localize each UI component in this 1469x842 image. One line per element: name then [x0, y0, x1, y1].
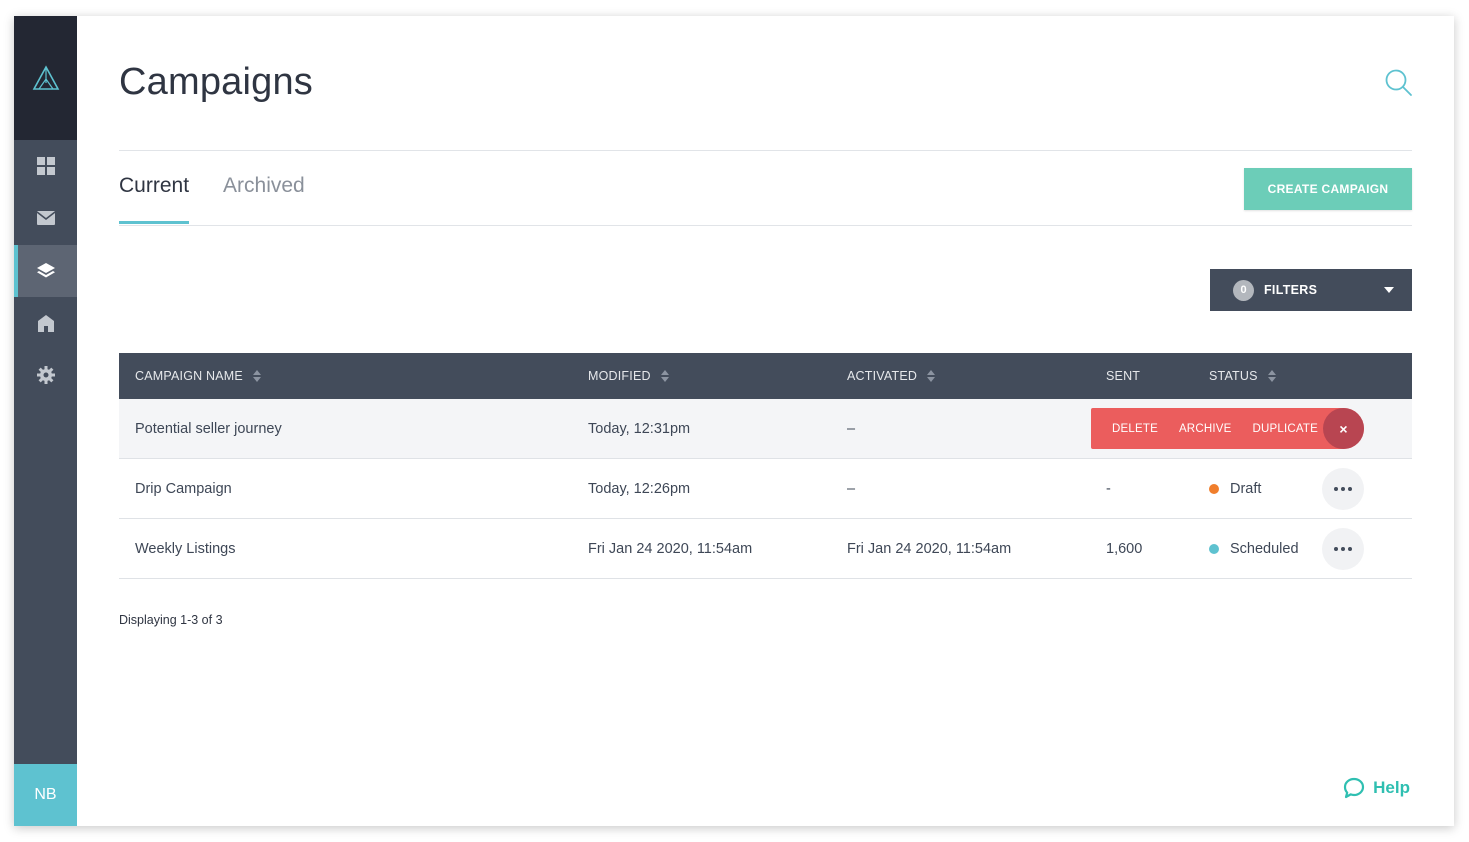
duplicate-button[interactable]: DUPLICATE: [1252, 423, 1318, 435]
filters-label: FILTERS: [1264, 283, 1318, 297]
status-label: Draft: [1230, 480, 1262, 497]
sidebar-item-campaigns[interactable]: [14, 245, 77, 297]
sort-icon[interactable]: [927, 370, 936, 382]
sent-count: 1,600: [1106, 540, 1143, 557]
table-row[interactable]: Potential seller journey Today, 12:31pm …: [119, 399, 1412, 459]
sidebar-item-messages[interactable]: [14, 192, 77, 244]
tab-archived[interactable]: Archived: [223, 174, 305, 224]
status-dot-icon: [1209, 543, 1219, 554]
header-divider: [119, 150, 1412, 151]
archive-button[interactable]: ARCHIVE: [1179, 423, 1232, 435]
campaign-name[interactable]: Weekly Listings: [135, 519, 235, 578]
search-button[interactable]: [1384, 68, 1414, 98]
help-button[interactable]: Help: [1343, 777, 1410, 799]
campaign-name[interactable]: Drip Campaign: [135, 459, 232, 518]
campaigns-table: CAMPAIGN NAME MODIFIED ACTIVATED SENT ST…: [119, 353, 1412, 579]
triangle-logo-icon: [32, 65, 59, 90]
help-label: Help: [1373, 778, 1410, 797]
tabs-divider: [119, 225, 1412, 226]
logo[interactable]: [14, 16, 77, 140]
filters-dropdown[interactable]: 0 FILTERS: [1210, 269, 1412, 311]
table-row[interactable]: Drip Campaign Today, 12:26pm – - Draft: [119, 459, 1412, 519]
create-campaign-button[interactable]: CREATE CAMPAIGN: [1244, 168, 1412, 210]
tab-bar: Current Archived: [119, 174, 339, 224]
delete-button[interactable]: DELETE: [1112, 423, 1158, 435]
filters-count-badge: 0: [1233, 279, 1254, 301]
status-dot-icon: [1209, 483, 1219, 494]
close-icon[interactable]: ×: [1323, 408, 1364, 449]
sort-icon[interactable]: [660, 370, 669, 382]
main-content: Campaigns Current Archived CREATE CAMPAI…: [77, 16, 1454, 826]
sent-count: -: [1106, 480, 1111, 497]
column-header-activated[interactable]: ACTIVATED: [847, 353, 936, 399]
search-icon: [1385, 69, 1412, 96]
activated-date: –: [847, 420, 856, 437]
modified-date: Today, 12:26pm: [588, 480, 691, 497]
layers-icon: [36, 263, 55, 278]
table-row[interactable]: Weekly Listings Fri Jan 24 2020, 11:54am…: [119, 519, 1412, 579]
column-header-sent: SENT: [1106, 369, 1141, 383]
campaign-name[interactable]: Potential seller journey: [135, 399, 282, 458]
column-header-campaign-name[interactable]: CAMPAIGN NAME: [135, 353, 261, 399]
sort-icon[interactable]: [252, 370, 261, 382]
chat-bubble-icon: [1344, 777, 1365, 799]
status-badge: Draft: [1209, 459, 1261, 518]
ellipsis-icon: [1334, 487, 1338, 491]
sidebar-item-dashboard[interactable]: [14, 140, 77, 192]
envelope-icon: [36, 211, 55, 225]
chevron-down-icon: [1384, 287, 1394, 293]
pagination-info: Displaying 1-3 of 3: [119, 613, 223, 627]
row-action-bar: DELETE ARCHIVE DUPLICATE ×: [1091, 408, 1364, 449]
dashboard-grid-icon: [36, 157, 55, 175]
gear-icon: [36, 366, 55, 384]
status-badge: Scheduled: [1209, 519, 1299, 578]
tab-current[interactable]: Current: [119, 174, 190, 224]
activated-date: Fri Jan 24 2020, 11:54am: [847, 540, 1012, 557]
more-options-button[interactable]: [1322, 528, 1364, 570]
column-header-modified[interactable]: MODIFIED: [588, 353, 669, 399]
sidebar-item-listings[interactable]: [14, 297, 77, 349]
modified-date: Fri Jan 24 2020, 11:54am: [588, 540, 753, 557]
table-header: CAMPAIGN NAME MODIFIED ACTIVATED SENT ST…: [119, 353, 1412, 399]
status-label: Scheduled: [1230, 540, 1299, 557]
more-options-button[interactable]: [1322, 468, 1364, 510]
page-title: Campaigns: [119, 61, 314, 103]
sort-icon[interactable]: [1267, 370, 1276, 382]
modified-date: Today, 12:31pm: [588, 420, 691, 437]
app-window: NB Campaigns Current Archived CREATE CAM…: [14, 16, 1454, 826]
sidebar: NB: [14, 16, 77, 826]
activated-date: –: [847, 480, 856, 497]
column-header-status[interactable]: STATUS: [1209, 353, 1276, 399]
ellipsis-icon: [1334, 547, 1338, 551]
sidebar-item-settings[interactable]: [14, 349, 77, 401]
avatar[interactable]: NB: [14, 764, 77, 826]
home-icon: [37, 314, 54, 332]
